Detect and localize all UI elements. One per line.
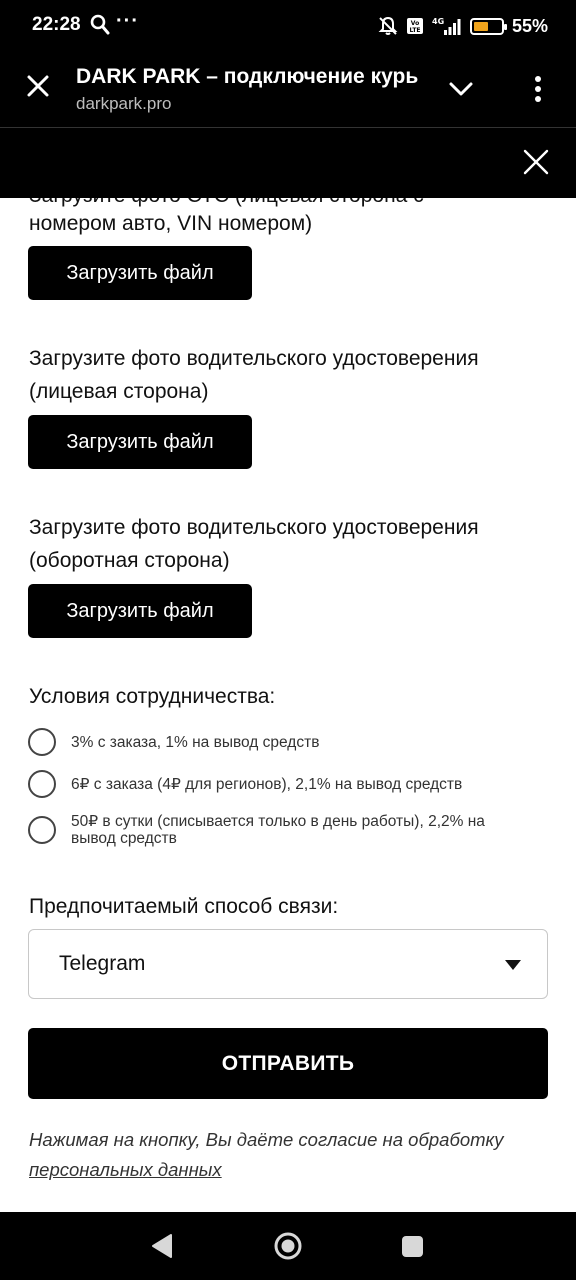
conditions-title: Условия сотрудничества: — [29, 685, 276, 708]
contact-method-value: Telegram — [59, 952, 146, 975]
condition-option-3[interactable]: 50₽ в сутки (списывается только в день р… — [28, 813, 521, 847]
signal-4g-icon: 4G — [432, 17, 461, 35]
battery-percent: 55% — [511, 15, 548, 36]
radio-button[interactable] — [28, 816, 56, 844]
sts-photo-label-line2: номером авто, VIN номером) — [29, 212, 313, 235]
contact-method-title: Предпочитаемый способ связи: — [29, 895, 339, 918]
license-back-label-line2: (оборотная сторона) — [29, 549, 230, 572]
status-indicators: Vo LTE 4G 55% — [378, 14, 548, 38]
status-time: 22:28 — [32, 14, 81, 35]
condition-label: 3% с заказа, 1% на вывод средств — [71, 734, 320, 751]
volte-icon: Vo LTE — [406, 18, 423, 34]
consent-text: Нажимая на кнопку, Вы даёте согласие на … — [29, 1129, 504, 1150]
license-front-label-line1: Загрузите фото водительского удостоверен… — [29, 347, 479, 370]
battery-fill — [473, 21, 488, 31]
upload-license-back-button[interactable]: Загрузить файл — [28, 584, 252, 638]
close-icon[interactable] — [522, 148, 550, 176]
condition-label: 6₽ с заказа (4₽ для регионов), 2,1% на в… — [71, 776, 463, 793]
personal-data-link[interactable]: персональных данных — [29, 1155, 222, 1185]
condition-option-2[interactable]: 6₽ с заказа (4₽ для регионов), 2,1% на в… — [28, 770, 521, 798]
page-url: darkpark.pro — [76, 94, 172, 113]
browser-toolbar: DARK PARK – подключение курь darkpark.pr… — [0, 52, 576, 128]
svg-text:LTE: LTE — [409, 27, 420, 34]
page-title: DARK PARK – подключение курь — [76, 65, 419, 88]
back-icon[interactable] — [150, 1233, 174, 1259]
submit-button[interactable]: ОТПРАВИТЬ — [28, 1028, 548, 1099]
home-icon[interactable] — [274, 1232, 302, 1260]
upload-sts-button[interactable]: Загрузить файл — [28, 246, 252, 300]
condition-label: 50₽ в сутки (списывается только в день р… — [71, 813, 485, 847]
system-nav-bar — [0, 1212, 576, 1280]
svg-text:4G: 4G — [432, 17, 444, 26]
status-bar: 22:28 ··· Vo LTE 4G 55% — [0, 0, 576, 52]
license-back-label-line1: Загрузите фото водительского удостоверен… — [29, 516, 479, 539]
condition-option-1[interactable]: 3% с заказа, 1% на вывод средств — [28, 728, 521, 756]
silent-bell-icon — [378, 16, 398, 35]
contact-method-select[interactable]: Telegram — [28, 929, 548, 999]
caret-down-icon — [505, 960, 521, 970]
search-icon — [90, 14, 110, 35]
form-content: Загрузите фото СТС (лицевая сторона с но… — [0, 198, 576, 1212]
license-front-label-line2: (лицевая сторона) — [29, 380, 209, 403]
recent-apps-icon[interactable] — [402, 1236, 423, 1257]
chevron-down-icon[interactable] — [448, 80, 474, 98]
upload-license-front-button[interactable]: Загрузить файл — [28, 415, 252, 469]
radio-button[interactable] — [28, 770, 56, 798]
radio-button[interactable] — [28, 728, 56, 756]
svg-text:Vo: Vo — [411, 20, 419, 27]
close-tab-icon[interactable] — [24, 72, 52, 100]
battery-icon — [469, 17, 507, 35]
more-notifications-icon: ··· — [116, 10, 139, 32]
site-header — [0, 128, 576, 198]
more-vert-icon[interactable] — [528, 74, 548, 104]
